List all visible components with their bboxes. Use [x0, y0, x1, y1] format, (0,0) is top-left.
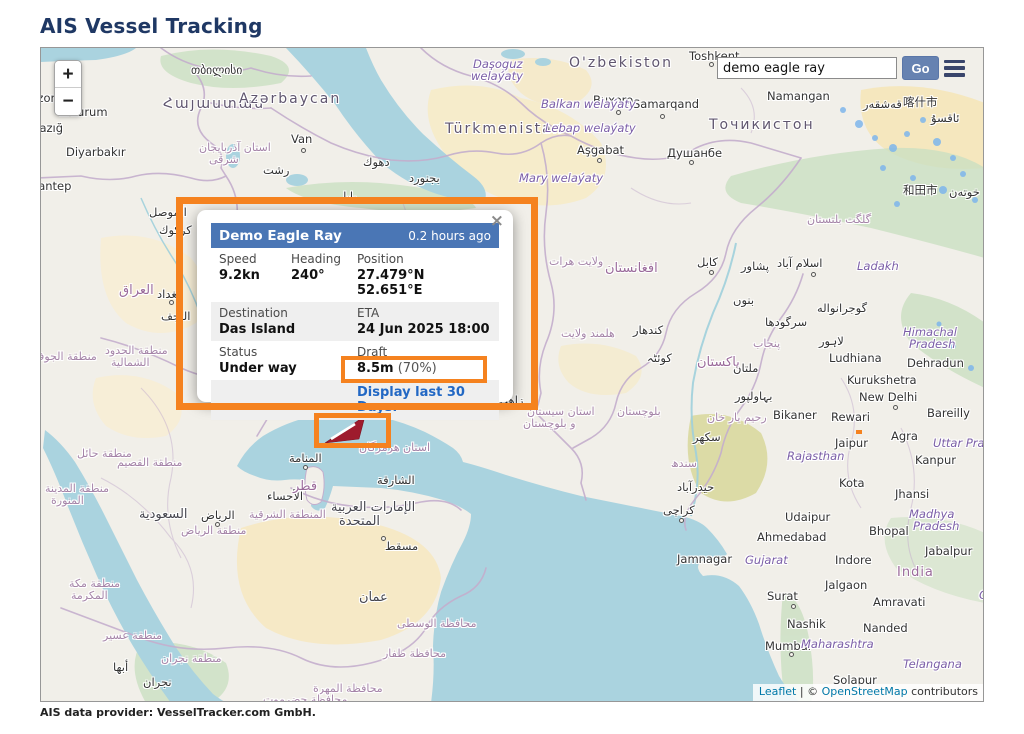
heading-value: 240°	[291, 268, 357, 283]
openstreetmap-link[interactable]: OpenStreetMap	[822, 685, 908, 698]
mini-vessel-marker[interactable]	[856, 430, 862, 434]
popup-row-history: Display last 30 Days.	[211, 380, 499, 420]
popup-row-destination-eta: Destination Das Island ETA 24 Jun 2025 1…	[211, 302, 499, 341]
speed-value: 9.2kn	[219, 268, 291, 283]
eta-value: 24 Jun 2025 18:00	[357, 322, 491, 337]
vessel-popup: × Demo Eagle Ray 0.2 hours ago Speed 9.2…	[197, 210, 513, 402]
heading-label: Heading	[291, 252, 357, 266]
zoom-in-button[interactable]: +	[55, 61, 81, 88]
vessel-name: Demo Eagle Ray	[219, 228, 342, 244]
position-value: 27.479°N 52.651°E	[357, 268, 491, 298]
draft-value: 8.5m	[357, 361, 394, 376]
draft-percent: (70%)	[394, 361, 437, 376]
popup-header: Demo Eagle Ray 0.2 hours ago	[211, 223, 499, 248]
attribution-separator: | ©	[796, 685, 821, 698]
ais-vessel-tracking-page: AIS Vessel Tracking	[0, 0, 1024, 719]
last-report-age: 0.2 hours ago	[408, 229, 491, 243]
speed-label: Speed	[219, 252, 291, 266]
zoom-control: + −	[54, 60, 82, 116]
destination-label: Destination	[219, 306, 357, 320]
map-attribution: Leaflet | © OpenStreetMap contributors	[753, 684, 983, 701]
zoom-out-button[interactable]: −	[55, 88, 81, 115]
draft-label: Draft	[357, 345, 491, 359]
page-title: AIS Vessel Tracking	[40, 14, 1024, 38]
leaflet-link[interactable]: Leaflet	[759, 685, 796, 698]
search-input[interactable]	[717, 57, 897, 79]
map-label: Prayagraj	[983, 472, 984, 485]
popup-row-speed-heading-position: Speed 9.2kn Heading 240° Position 27.479…	[211, 248, 499, 302]
ais-provider-note: AIS data provider: VesselTracker.com Gmb…	[40, 706, 1024, 719]
leaflet-map[interactable]: თბილისიTrabzonErzurumVanDiyarbakırElazığ…	[40, 47, 984, 702]
destination-value: Das Island	[219, 322, 357, 337]
eta-label: ETA	[357, 306, 491, 320]
position-label: Position	[357, 252, 491, 266]
status-value: Under way	[219, 361, 357, 376]
vessel-search-bar: Go	[717, 56, 965, 80]
menu-icon[interactable]	[944, 60, 965, 77]
status-label: Status	[219, 345, 357, 359]
display-last-30-days-link[interactable]: Display last 30 Days.	[357, 385, 465, 415]
close-icon[interactable]: ×	[490, 213, 504, 230]
go-button[interactable]: Go	[902, 56, 939, 80]
popup-row-status-draft: Status Under way Draft 8.5m (70%)	[211, 341, 499, 380]
attribution-suffix: contributors	[908, 685, 978, 698]
